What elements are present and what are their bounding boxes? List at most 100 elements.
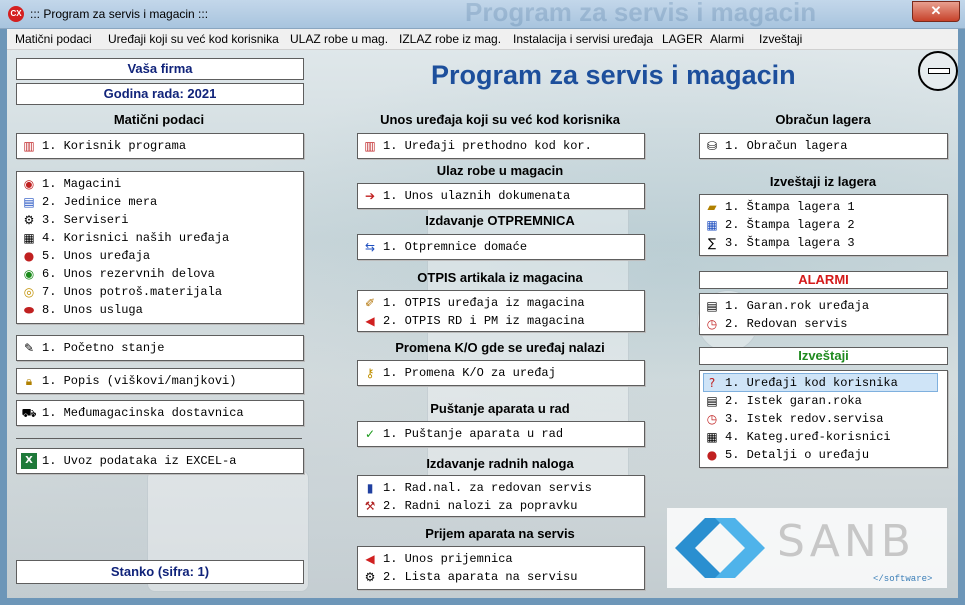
section-title-otpremnica: Izdavanje OTPREMNICA xyxy=(425,213,575,228)
repair-icon: ⚒ xyxy=(364,498,376,513)
item-label: 1. Obračun lagera xyxy=(725,138,848,153)
item-label: 1. Početno stanje xyxy=(42,340,165,355)
item-label: 1. OTPIS uređaja iz magacina xyxy=(383,295,585,310)
query-icon: ? xyxy=(708,375,716,390)
medju-box: ⛟ 1. Međumagacinska dostavnica xyxy=(16,400,304,426)
serviseri-item[interactable]: ⚙ 3. Serviseri xyxy=(21,211,129,228)
kateg-uredj-korisnici-item[interactable]: ▦ 4. Kateg.uređ-korisnici xyxy=(704,428,891,445)
izvestaji-box: ? 1. Uređaji kod korisnika ▤ 2. Istek gara… xyxy=(699,370,948,468)
device-icon: ● xyxy=(23,248,35,263)
istek-redov-servisa-item[interactable]: ◷ 3. Istek redov.servisa xyxy=(704,410,884,427)
otpremnica-box: ⇆ 1. Otpremnice domaće xyxy=(357,234,645,260)
services-icon: ⬬ xyxy=(23,302,35,317)
item-label: 1. Uređaji kod korisnika xyxy=(725,375,898,390)
pustanje-box: ✓ 1. Puštanje aparata u rad xyxy=(357,421,645,447)
popis-item[interactable]: 🔒︎ 1. Popis (viškovi/manjkovi) xyxy=(21,372,237,389)
section-title-promena: Promena K/O gde se uređaj nalazi xyxy=(395,340,605,355)
korisnici-item[interactable]: ▦ 4. Korisnici naših uređaja xyxy=(21,229,229,246)
usluge-item[interactable]: ⬬ 8. Unos usluga xyxy=(21,301,143,318)
minimize-button[interactable] xyxy=(918,51,958,91)
lock-icon: 🔒︎ xyxy=(25,373,33,388)
radni-nalozi-popravka-item[interactable]: ⚒ 2. Radni nalozi za popravku xyxy=(362,497,578,514)
section-title-obracun: Obračun lagera xyxy=(775,112,871,127)
obracun-lagera-item[interactable]: ⛁ 1. Obračun lagera xyxy=(704,137,847,154)
istek-garan-roka-item[interactable]: ▤ 2. Istek garan.roka xyxy=(704,392,862,409)
app-icon: CX xyxy=(8,6,24,22)
rad-nal-redovan-item[interactable]: ▮ 1. Rad.nal. za redovan servis xyxy=(362,479,592,496)
redovan-servis-item[interactable]: ◷ 2. Redovan servis xyxy=(704,315,848,332)
item-label: 3. Štampa lagera 3 xyxy=(725,235,855,250)
folder-icon: ▰ xyxy=(707,199,717,214)
menu-maticni[interactable]: Matični podaci xyxy=(15,32,92,46)
current-user: Stanko (sifra: 1) xyxy=(16,560,304,584)
uredjaji-kod-korisnika-item[interactable]: ? 1. Uređaji kod korisnika xyxy=(703,373,938,392)
medjumagacinska-item[interactable]: ⛟ 1. Međumagacinska dostavnica xyxy=(21,404,243,421)
close-button[interactable]: ✕ xyxy=(912,1,960,22)
item-label: 1. Magacini xyxy=(42,176,122,191)
ghost-title: Program za servis i magacin xyxy=(465,0,817,27)
kod-kor-box: ▥ 1. Uređaji prethodno kod kor. xyxy=(357,133,645,159)
unos-prijemnica-item[interactable]: ◀ 1. Unos prijemnica xyxy=(362,550,512,567)
item-label: 1. Unos ulaznih dokumenata xyxy=(383,188,571,203)
item-label: 5. Detalji o uređaju xyxy=(725,447,870,462)
item-label: 3. Serviseri xyxy=(42,212,129,227)
stampa-lagera-1-item[interactable]: ▰ 1. Štampa lagera 1 xyxy=(704,198,854,215)
menu-lager[interactable]: LAGER xyxy=(662,32,703,46)
otpis-rd-pm-item[interactable]: ◀ 2. OTPIS RD i PM iz magacina xyxy=(362,312,584,329)
otpis-uredjaja-item[interactable]: ✐ 1. OTPIS uređaja iz magacina xyxy=(362,294,585,311)
unos-uredjaja-item[interactable]: ● 5. Unos uređaja xyxy=(21,247,150,264)
spare-parts-icon: ◉ xyxy=(23,266,35,281)
pocetno-stanje-item[interactable]: ✎ 1. Početno stanje xyxy=(21,339,164,356)
korisnik-programa-item[interactable]: ▥ 1. Korisnik programa xyxy=(21,137,186,154)
inbound-doc-icon: ➔ xyxy=(364,188,376,203)
arrow-left-icon: ◀ xyxy=(365,313,375,328)
jedinice-mera-item[interactable]: ▤ 2. Jedinice mera xyxy=(21,193,157,210)
menu-alarmi[interactable]: Alarmi xyxy=(710,32,744,46)
stampa-lagera-3-item[interactable]: ∑ 3. Štampa lagera 3 xyxy=(704,234,855,251)
promena-ko-item[interactable]: ⚷ 1. Promena K/O za uređaj xyxy=(362,364,556,381)
garan-rok-item[interactable]: ▤ 1. Garan.rok uređaja xyxy=(704,297,869,314)
menu-ulaz[interactable]: ULAZ robe u mag. xyxy=(290,32,388,46)
menu-izlaz[interactable]: IZLAZ robe iz mag. xyxy=(399,32,501,46)
section-title-kod-korisnika: Unos uređaja koji su već kod korisnika xyxy=(380,112,620,127)
izvestaji-lager-box: ▰ 1. Štampa lagera 1 ▦ 2. Štampa lagera 2 … xyxy=(699,194,948,256)
ulazni-dokumenti-item[interactable]: ➔ 1. Unos ulaznih dokumenata xyxy=(362,187,570,204)
divider xyxy=(16,438,302,441)
section-title-pustanje: Puštanje aparata u rad xyxy=(430,401,570,416)
item-label: 2. Lista aparata na servisu xyxy=(383,569,578,584)
section-title-prijem: Prijem aparata na servis xyxy=(425,526,575,541)
detalji-uredjaju-item[interactable]: ● 5. Detalji o uređaju xyxy=(704,446,869,463)
otpremnice-domace-item[interactable]: ⇆ 1. Otpremnice domaće xyxy=(362,238,527,255)
window-titlebar: CX ::: Program za servis i magacin ::: P… xyxy=(0,0,965,29)
menu-uredjaji-kod-korisnika[interactable]: Uređaji koji su već kod korisnika xyxy=(108,32,279,46)
item-label: 1. Rad.nal. za redovan servis xyxy=(383,480,592,495)
company-name: Vaša firma xyxy=(16,58,304,80)
item-label: 4. Kateg.uređ-korisnici xyxy=(725,429,891,444)
item-label: 2. Istek garan.roka xyxy=(725,393,862,408)
section-title-otpis: OTPIS artikala iz magacina xyxy=(417,270,583,285)
company-logo: SANB </software> xyxy=(667,508,947,588)
section-title-nalozi: Izdavanje radnih naloga xyxy=(426,456,574,471)
sigma-icon: ∑ xyxy=(707,235,717,250)
uvoz-excel-item[interactable]: X 1. Uvoz podataka iz EXCEL-a xyxy=(21,452,236,469)
lista-aparata-item[interactable]: ⚙ 2. Lista aparata na servisu xyxy=(362,568,578,585)
item-label: 2. Radni nalozi za popravku xyxy=(383,498,578,513)
menu-izvestaji[interactable]: Izveštaji xyxy=(759,32,802,46)
pustanje-item[interactable]: ✓ 1. Puštanje aparata u rad xyxy=(362,425,563,442)
consumables-icon: ◎ xyxy=(23,284,35,299)
stampa-lagera-2-item[interactable]: ▦ 2. Štampa lagera 2 xyxy=(704,216,854,233)
documents-icon: ▦ xyxy=(23,230,35,245)
magacini-item[interactable]: ◉ 1. Magacini xyxy=(21,175,121,192)
documents-icon: ▦ xyxy=(706,429,718,444)
users-icon: ▥ xyxy=(23,138,35,153)
potros-materijal-item[interactable]: ◎ 7. Unos potroš.materijala xyxy=(21,283,222,300)
popis-box: 🔒︎ 1. Popis (viškovi/manjkovi) xyxy=(16,368,304,394)
alarmi-header-box: ALARMI xyxy=(699,271,948,289)
tree-icon: ⚙ xyxy=(364,569,376,584)
alarmi-box: ▤ 1. Garan.rok uređaja ◷ 2. Redovan servis xyxy=(699,293,948,335)
menu-instalacija[interactable]: Instalacija i servisi uređaja xyxy=(513,32,653,46)
uredjaji-prethodno-item[interactable]: ▥ 1. Uređaji prethodno kod kor. xyxy=(362,137,592,154)
item-label: 8. Unos usluga xyxy=(42,302,143,317)
rezervni-delovi-item[interactable]: ◉ 6. Unos rezervnih delova xyxy=(21,265,215,282)
izvestaji-header-box: Izveštaji xyxy=(699,347,948,365)
